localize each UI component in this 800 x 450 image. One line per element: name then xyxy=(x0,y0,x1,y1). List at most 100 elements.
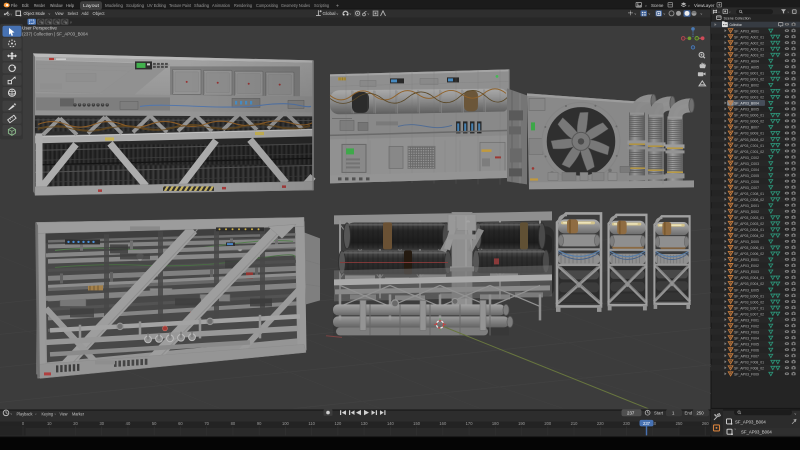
svg-text:+: + xyxy=(336,3,339,9)
svg-text:200: 200 xyxy=(544,421,552,426)
svg-text:SF_AP03_B005: SF_AP03_B005 xyxy=(734,107,759,112)
svg-text:SF_AP03_E007_02: SF_AP03_E007_02 xyxy=(734,311,764,316)
svg-text:End: End xyxy=(685,411,693,416)
svg-text:SF_AP03_E001: SF_AP03_E001 xyxy=(734,257,759,262)
svg-text:v: v xyxy=(11,12,13,16)
svg-text:v: v xyxy=(49,12,51,16)
svg-text:SF_AP03_A002_02: SF_AP03_A002_02 xyxy=(734,40,764,45)
svg-text:SF_AP03_E006_01: SF_AP03_E006_01 xyxy=(734,293,764,298)
svg-text:v: v xyxy=(664,12,666,16)
svg-text:View: View xyxy=(55,11,64,16)
svg-text:SF_AP03_D002: SF_AP03_D002 xyxy=(734,209,759,214)
svg-text:v: v xyxy=(688,4,690,8)
svg-text:(237) Collection | SF_AP03_B00: (237) Collection | SF_AP03_B004 xyxy=(22,31,88,36)
svg-text:250: 250 xyxy=(676,421,684,426)
svg-text:170: 170 xyxy=(466,421,474,426)
svg-text:SF_AP03_F009: SF_AP03_F009 xyxy=(734,372,759,377)
svg-text:SF_AP03_C001_02: SF_AP03_C001_02 xyxy=(734,149,764,154)
svg-text:SF_AP03_A002_01: SF_AP03_A002_01 xyxy=(734,34,764,39)
svg-text:20: 20 xyxy=(73,421,78,426)
svg-text:SF_AP03_A003_01: SF_AP03_A003_01 xyxy=(734,46,764,51)
svg-text:30: 30 xyxy=(99,421,104,426)
svg-text:SF_AP03_B004: SF_AP03_B004 xyxy=(741,430,772,435)
svg-text:Start: Start xyxy=(654,411,664,416)
svg-text:v: v xyxy=(337,12,339,16)
svg-text:SF_AP03_E002: SF_AP03_E002 xyxy=(734,263,759,268)
svg-text:160: 160 xyxy=(439,421,447,426)
svg-text:SF_AP03_D004_02: SF_AP03_D004_02 xyxy=(734,233,764,238)
svg-text:Scene: Scene xyxy=(651,3,664,8)
svg-text:SF_AP03_F006: SF_AP03_F006 xyxy=(734,347,759,352)
svg-text:SF_AP03_B001_02: SF_AP03_B001_02 xyxy=(734,77,764,82)
svg-text:Marker: Marker xyxy=(72,411,85,416)
svg-text:SF_AP03_C006: SF_AP03_C006 xyxy=(734,179,759,184)
svg-text:SF_AP03_D003_02: SF_AP03_D003_02 xyxy=(734,221,764,226)
svg-text:v: v xyxy=(701,12,703,16)
svg-text:SF_AP03_D005: SF_AP03_D005 xyxy=(734,239,759,244)
svg-text:SF_AP03_F007: SF_AP03_F007 xyxy=(734,353,759,358)
svg-text:100: 100 xyxy=(282,421,290,426)
svg-text:250: 250 xyxy=(697,411,705,416)
svg-text:SF_AP03_A003_02: SF_AP03_A003_02 xyxy=(734,52,764,57)
svg-text:SF_AP03_B003_01: SF_AP03_B003_01 xyxy=(734,89,764,94)
svg-text:130: 130 xyxy=(361,421,369,426)
svg-text:SF_AP03_B001_01: SF_AP03_B001_01 xyxy=(734,71,764,76)
svg-text:237: 237 xyxy=(643,421,651,426)
svg-text:Texture Paint: Texture Paint xyxy=(169,3,192,8)
svg-text:SF_AP03_C002: SF_AP03_C002 xyxy=(734,155,759,160)
svg-text:SF_AP03_E004_02: SF_AP03_E004_02 xyxy=(734,281,764,286)
svg-text:230: 230 xyxy=(623,421,631,426)
svg-text:40: 40 xyxy=(126,421,131,426)
svg-text:Keying: Keying xyxy=(42,411,54,416)
svg-text:180: 180 xyxy=(492,421,500,426)
svg-text:v: v xyxy=(635,12,637,16)
svg-text:Collection: Collection xyxy=(730,22,743,27)
svg-text:210: 210 xyxy=(571,421,579,426)
svg-text:SF_AP03_B004: SF_AP03_B004 xyxy=(734,101,760,106)
svg-text:SF_AP03_B002: SF_AP03_B002 xyxy=(734,83,759,88)
svg-text:SF_AP03_A001: SF_AP03_A001 xyxy=(734,28,759,33)
svg-text:UV Editing: UV Editing xyxy=(147,3,167,8)
svg-text:Geometry Nodes: Geometry Nodes xyxy=(281,3,311,8)
svg-text:SF_AP03_D006_01: SF_AP03_D006_01 xyxy=(734,245,764,250)
svg-text:Help: Help xyxy=(66,3,75,8)
svg-text:SF_AP03_D006_02: SF_AP03_D006_02 xyxy=(734,251,764,256)
svg-text:SF_AP03_B008_02: SF_AP03_B008_02 xyxy=(734,137,764,142)
svg-text:60: 60 xyxy=(178,421,183,426)
svg-text:SF_AP03_F003: SF_AP03_F003 xyxy=(734,329,759,334)
svg-text:SF_AP03_E003: SF_AP03_E003 xyxy=(734,269,759,274)
svg-text:SF_AP03_C005: SF_AP03_C005 xyxy=(734,173,759,178)
svg-text:Rendering: Rendering xyxy=(234,3,252,8)
svg-text:Object: Object xyxy=(93,11,106,16)
svg-text:190: 190 xyxy=(518,421,526,426)
svg-text:SF_AP03_D003_01: SF_AP03_D003_01 xyxy=(734,215,764,220)
svg-text:SF_AP03_F008_02: SF_AP03_F008_02 xyxy=(734,366,764,371)
svg-text:SF_AP03_B004: SF_AP03_B004 xyxy=(735,420,766,425)
svg-text:SF_AP03_E004_01: SF_AP03_E004_01 xyxy=(734,275,764,280)
svg-text:120: 120 xyxy=(334,421,342,426)
svg-text:Compositing: Compositing xyxy=(256,3,279,8)
svg-text:SF_AP03_C008_01: SF_AP03_C008_01 xyxy=(734,191,764,196)
svg-text:SF_AP03_F008_01: SF_AP03_F008_01 xyxy=(734,360,764,365)
svg-text:140: 140 xyxy=(387,421,395,426)
svg-text:220: 220 xyxy=(597,421,605,426)
svg-text:80: 80 xyxy=(231,421,236,426)
svg-text:SF_AP03_A005: SF_AP03_A005 xyxy=(734,65,759,70)
svg-text:v: v xyxy=(795,412,797,416)
svg-text:ViewLayer: ViewLayer xyxy=(694,3,715,8)
svg-text:Window: Window xyxy=(50,3,63,8)
svg-text:Layout: Layout xyxy=(83,3,100,8)
svg-text:Scripting: Scripting xyxy=(314,3,329,8)
svg-text:Global: Global xyxy=(323,11,336,16)
svg-text:SF_AP03_F004: SF_AP03_F004 xyxy=(734,335,760,340)
svg-text:SF_AP03_E007_01: SF_AP03_E007_01 xyxy=(734,305,764,310)
svg-text:260: 260 xyxy=(702,421,710,426)
svg-text:Add: Add xyxy=(82,11,89,16)
svg-text:Animation: Animation xyxy=(212,3,231,8)
svg-text:v: v xyxy=(350,12,352,16)
svg-text:SF_AP03_C001_01: SF_AP03_C001_01 xyxy=(734,143,764,148)
svg-text:SF_AP03_A004: SF_AP03_A004 xyxy=(734,59,760,64)
svg-text:v: v xyxy=(70,21,72,25)
svg-text:150: 150 xyxy=(413,421,421,426)
svg-text:SF_AP03_F005: SF_AP03_F005 xyxy=(734,341,759,346)
